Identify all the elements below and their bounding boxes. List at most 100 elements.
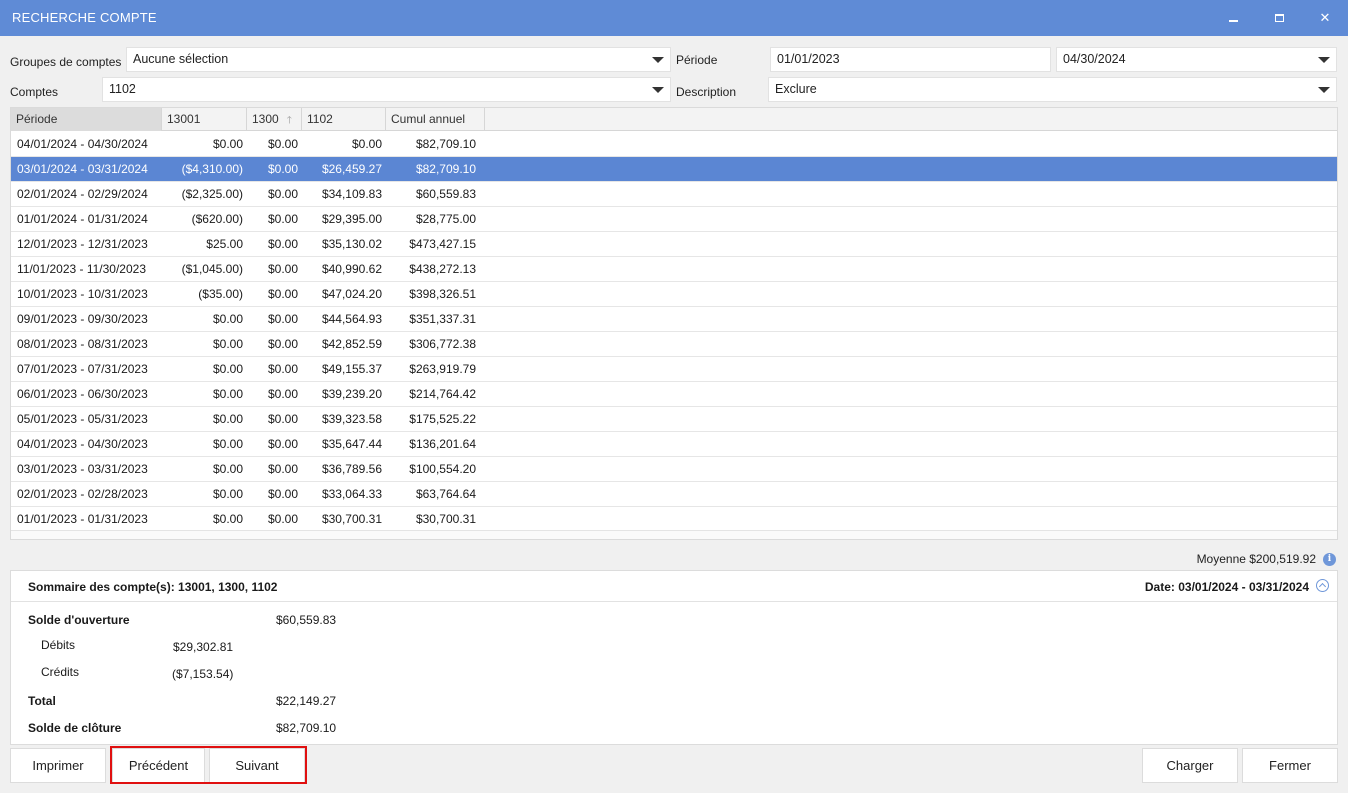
periode-start-input[interactable]: 01/01/2023 [770,47,1051,72]
moyenne-text: Moyenne $200,519.92 [1196,552,1316,566]
suivant-button[interactable]: Suivant [209,748,305,783]
table-row[interactable]: 02/01/2024 - 02/29/2024 ($2,325.00) $0.00 $… [11,182,1337,207]
cell-cumul: $63,764.64 [415,487,476,501]
maximize-icon [1274,14,1284,22]
table-row[interactable]: 01/01/2024 - 01/31/2024 ($620.00) $0.00 $29… [11,207,1337,232]
cell-periode: 04/01/2024 - 04/30/2024 [17,137,148,151]
cell-periode: 06/01/2023 - 06/30/2023 [17,387,148,401]
table-row[interactable]: 12/01/2023 - 12/31/2023 $25.00 $0.00 $35,13… [11,232,1337,257]
credits-label: Crédits [41,665,80,679]
cell-periode: 05/01/2023 - 05/31/2023 [17,412,148,426]
col-header-cumul[interactable]: Cumul annuel [386,108,485,131]
cell-c1102: $49,155.37 [321,362,382,376]
table-row[interactable]: 03/01/2024 - 03/31/2024 ($4,310.00) $0.00 $… [11,157,1337,182]
comptes-label: Comptes [10,85,59,99]
cell-cumul: $28,775.00 [415,212,476,226]
cell-c13001: $0.00 [212,412,243,426]
moyenne-display: Moyenne $200,519.92 i [1197,552,1336,566]
minimize-button[interactable] [1210,0,1256,36]
table-row[interactable]: 04/01/2024 - 04/30/2024 $0.00 $0.00 $0.00 $8… [11,132,1337,157]
cell-c1300: $0.00 [267,137,298,151]
cell-cumul: $214,764.42 [409,387,476,401]
cell-cumul: $136,201.64 [409,437,476,451]
cell-c1102: $47,024.20 [321,287,382,301]
imprimer-button[interactable]: Imprimer [10,748,106,783]
table-row[interactable]: 09/01/2023 - 09/30/2023 $0.00 $0.00 $44,564… [11,307,1337,332]
cell-c1300: $0.00 [267,337,298,351]
cell-periode: 10/01/2023 - 10/31/2023 [17,287,148,301]
maximize-button[interactable] [1256,0,1302,36]
description-value: Exclure [775,82,817,96]
col-header-1300[interactable]: 1300 🡑 [247,108,302,131]
cell-periode: 08/01/2023 - 08/31/2023 [17,337,148,351]
total-value: $22,149.27 [276,694,337,708]
cell-c1300: $0.00 [267,487,298,501]
col-header-periode[interactable]: Période [11,108,162,131]
cell-c13001: $0.00 [212,312,243,326]
cell-c1300: $0.00 [267,387,298,401]
cell-c1300: $0.00 [267,362,298,376]
col-header-13001[interactable]: 13001 [162,108,247,131]
close-button[interactable]: ✕ [1302,0,1348,36]
cell-c13001: $0.00 [212,512,243,526]
precedent-button[interactable]: Précédent [112,748,205,783]
cell-c1102: $33,064.33 [321,487,382,501]
cell-periode: 04/01/2023 - 04/30/2023 [17,437,148,451]
table-row[interactable]: 02/01/2023 - 02/28/2023 $0.00 $0.00 $33,064… [11,482,1337,507]
cell-c13001: ($2,325.00) [181,187,243,201]
periode-start-value: 01/01/2023 [777,52,840,66]
cell-periode: 01/01/2023 - 01/31/2023 [17,512,148,526]
cell-periode: 03/01/2024 - 03/31/2024 [17,162,148,176]
cell-c1300: $0.00 [267,262,298,276]
table-row[interactable]: 05/01/2023 - 05/31/2023 $0.00 $0.00 $39,323… [11,407,1337,432]
title-bar: RECHERCHE COMPTE ✕ [0,0,1348,36]
table-row[interactable]: 06/01/2023 - 06/30/2023 $0.00 $0.00 $39,239… [11,382,1337,407]
info-icon[interactable]: i [1323,552,1336,566]
cell-cumul: $398,326.51 [409,287,476,301]
fermer-button[interactable]: Fermer [1242,748,1338,783]
cell-c1102: $35,130.02 [321,237,382,251]
cell-c13001: ($1,045.00) [181,262,243,276]
summary-date: Date: 03/01/2024 - 03/31/2024 [1144,580,1309,594]
cell-c1102: $30,700.31 [321,512,382,526]
description-dropdown[interactable]: Exclure [768,77,1337,102]
collapse-icon[interactable] [1316,579,1329,592]
table-row[interactable]: 01/01/2023 - 01/31/2023 $0.00 $0.00 $30,700… [11,507,1337,532]
cell-c1300: $0.00 [267,237,298,251]
table-row[interactable]: 10/01/2023 - 10/31/2023 ($35.00) $0.00 $47,… [11,282,1337,307]
cell-periode: 09/01/2023 - 09/30/2023 [17,312,148,326]
groupes-dropdown[interactable]: Aucune sélection [126,47,671,72]
cell-cumul: $438,272.13 [409,262,476,276]
cell-c1102: $34,109.83 [321,187,382,201]
cell-cumul: $82,709.10 [415,137,476,151]
solde-ouverture-value: $60,559.83 [276,613,337,627]
cell-periode: 02/01/2023 - 02/28/2023 [17,487,148,501]
horizontal-scrollbar[interactable] [11,530,1337,539]
table-row[interactable]: 08/01/2023 - 08/31/2023 $0.00 $0.00 $42,852… [11,332,1337,357]
cell-c1102: $39,323.58 [321,412,382,426]
window-title: RECHERCHE COMPTE [12,10,157,25]
comptes-dropdown[interactable]: 1102 [102,77,671,102]
comptes-value: 1102 [109,82,136,96]
cell-c13001: $0.00 [212,387,243,401]
table-row[interactable]: 07/01/2023 - 07/31/2023 $0.00 $0.00 $49,155… [11,357,1337,382]
cell-c1300: $0.00 [267,287,298,301]
cell-c13001: ($35.00) [198,287,243,301]
table-row[interactable]: 04/01/2023 - 04/30/2023 $0.00 $0.00 $35,647… [11,432,1337,457]
cell-periode: 01/01/2024 - 01/31/2024 [17,212,148,226]
cell-c1102: $0.00 [351,137,382,151]
col-header-1102[interactable]: 1102 [302,108,386,131]
solde-cloture-label: Solde de clôture [28,721,122,735]
credits-value: ($7,153.54) [172,667,234,681]
periode-end-dropdown[interactable]: 04/30/2024 [1056,47,1337,72]
cell-c1102: $36,789.56 [321,462,382,476]
sort-ascending-icon: 🡑 [286,115,292,126]
cell-c1300: $0.00 [267,312,298,326]
cell-c1102: $39,239.20 [321,387,382,401]
table-row[interactable]: 03/01/2023 - 03/31/2023 $0.00 $0.00 $36,789… [11,457,1337,482]
charger-button[interactable]: Charger [1142,748,1238,783]
cell-c13001: $0.00 [212,487,243,501]
chevron-down-icon [652,87,664,93]
cell-c1102: $42,852.59 [321,337,382,351]
table-row[interactable]: 11/01/2023 - 11/30/2023 ($1,045.00) $0.00 $… [11,257,1337,282]
